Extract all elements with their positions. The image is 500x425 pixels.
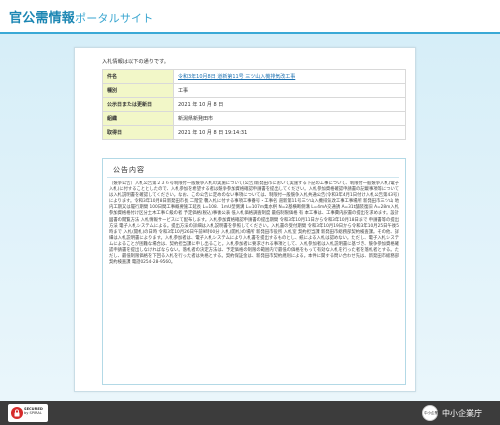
row-value-date: 2021 年 10 月 8 日 bbox=[173, 97, 406, 112]
table-row: 公示日または更新日 2021 年 10 月 8 日 bbox=[102, 97, 406, 112]
row-label-acquired: 取得日 bbox=[102, 125, 174, 140]
table-row: 件名 令和3年10月8日 道新第11号 三ツ山入機排気改工事 bbox=[102, 69, 406, 84]
secured-label: SECURED by SPIRAL bbox=[24, 407, 43, 415]
notice-divider bbox=[107, 177, 399, 178]
site-logo[interactable]: 官公需情報ポータルサイト bbox=[9, 7, 153, 26]
table-row: 種別 工事 bbox=[102, 83, 406, 98]
site-subtitle: ポータルサイト bbox=[75, 12, 154, 25]
notice-body: （競争公告）入札公告第２３６号制限付一般競争入札の実施について(公告)新発田市に… bbox=[109, 181, 399, 266]
secured-by: by SPIRAL bbox=[24, 411, 42, 416]
sme-badge-icon: 中小企業庁 bbox=[422, 405, 442, 421]
secured-seal[interactable]: SECURED by SPIRAL bbox=[8, 404, 48, 422]
table-row: 組織 新潟県新発田市 bbox=[102, 111, 406, 126]
row-label-date: 公示日または更新日 bbox=[102, 97, 174, 112]
row-label-subject: 件名 bbox=[102, 69, 174, 84]
site-footer: SECURED by SPIRAL 中小企業庁 中小企業庁 bbox=[0, 401, 500, 425]
bid-detail-card: 入札情報は以下の通りです。 件名 令和3年10月8日 道新第11号 三ツ山入機排… bbox=[74, 47, 416, 392]
notice-box: 公告内容 （競争公告）入札公告第２３６号制限付一般競争入札の実施について(公告)… bbox=[102, 158, 406, 385]
row-label-org: 組織 bbox=[102, 111, 174, 126]
row-label-type: 種別 bbox=[102, 83, 174, 98]
row-value-subject: 令和3年10月8日 道新第11号 三ツ山入機排気改工事 bbox=[173, 69, 406, 84]
site-header: 官公需情報ポータルサイト bbox=[0, 0, 500, 32]
sme-agency-logo[interactable]: 中小企業庁 中小企業庁 bbox=[422, 405, 494, 421]
table-row: 取得日 2021 年 10 月 8 日 19:14:31 bbox=[102, 125, 406, 140]
notice-title: 公告内容 bbox=[113, 166, 145, 174]
site-title: 官公需情報 bbox=[9, 11, 76, 26]
sme-badge-text: 中小企業庁 bbox=[424, 411, 442, 415]
intro-text: 入札情報は以下の通りです。 bbox=[102, 59, 169, 65]
row-value-org: 新潟県新発田市 bbox=[173, 111, 406, 126]
row-value-type: 工事 bbox=[173, 83, 406, 98]
sme-agency-name: 中小企業庁 bbox=[442, 409, 482, 418]
row-value-acquired: 2021 年 10 月 8 日 19:14:31 bbox=[173, 125, 406, 140]
lock-icon bbox=[11, 407, 23, 419]
bid-info-table: 件名 令和3年10月8日 道新第11号 三ツ山入機排気改工事 種別 工事 公示日… bbox=[102, 69, 406, 140]
subject-link[interactable]: 令和3年10月8日 道新第11号 三ツ山入機排気改工事 bbox=[178, 74, 295, 80]
